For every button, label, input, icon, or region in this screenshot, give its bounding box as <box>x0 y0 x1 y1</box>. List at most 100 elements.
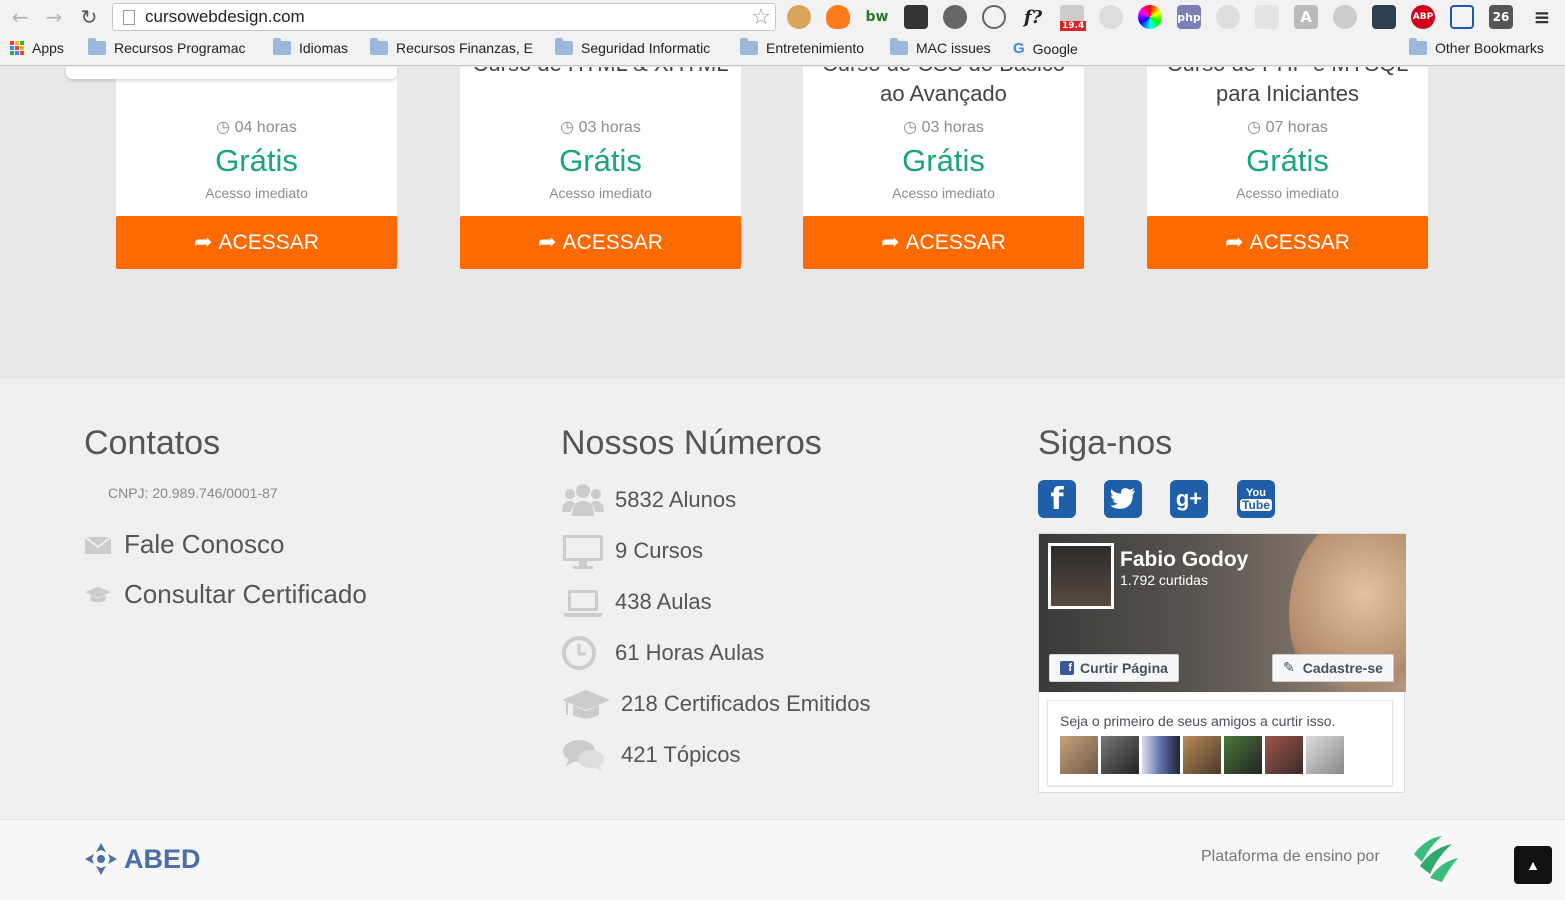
back-button[interactable]: ← <box>8 5 32 29</box>
fire-extension-icon[interactable] <box>826 5 850 29</box>
bookmark-label: Other Bookmarks <box>1435 40 1544 56</box>
facebook-signup-button[interactable]: ✎ Cadastre-se <box>1272 654 1394 682</box>
speed-extension-icon[interactable]: 19.4 <box>1060 5 1087 31</box>
folder-icon <box>370 38 388 55</box>
youtube-icon[interactable]: You Tube <box>1237 480 1275 518</box>
address-bar[interactable]: cursowebdesign.com ☆ <box>112 3 776 31</box>
bookmark-folder-2[interactable]: Idiomas <box>273 38 349 56</box>
bw-extension-icon[interactable]: bw <box>865 5 889 29</box>
facebook-like-button[interactable]: f Curtir Página <box>1049 654 1179 682</box>
reload-button[interactable]: ↻ <box>77 5 101 29</box>
course-title-line2: para Iniciantes <box>1215 81 1360 106</box>
adblock-extension-icon[interactable]: ABP <box>1411 5 1435 29</box>
youtube-label-bottom: Tube <box>1240 498 1272 512</box>
acessar-label: ACESSAR <box>905 230 1006 254</box>
course-hours: ◷ 03 horas <box>560 119 641 136</box>
bookmark-apps[interactable]: Apps <box>10 40 64 56</box>
stat-alunos: 5832 Alunos <box>561 480 736 520</box>
acessar-button[interactable]: ➦ ACESSAR <box>460 216 741 269</box>
acessar-button[interactable]: ➦ ACESSAR <box>116 216 397 269</box>
stat-certificados: 218 Certificados Emitidos <box>561 684 870 724</box>
u-extension-icon[interactable] <box>1372 5 1396 29</box>
folder-icon <box>273 38 291 55</box>
mail-extension-icon[interactable] <box>1255 5 1279 29</box>
social-title: Siga-nos <box>1038 424 1173 462</box>
share-arrow-icon: ➦ <box>1225 230 1244 255</box>
forward-button[interactable]: → <box>42 5 66 29</box>
course-hours-text: 03 horas <box>921 119 984 136</box>
speed-badge: 19.4 <box>1060 21 1087 31</box>
course-access: Acesso imediato <box>892 185 995 201</box>
color-picker-extension-icon[interactable] <box>1138 5 1162 29</box>
facebook-cover: Fabio Godoy 1.792 curtidas f Curtir Pági… <box>1039 534 1406 692</box>
bookmark-label: Idiomas <box>299 40 349 56</box>
google-icon: G <box>1013 40 1025 57</box>
screen-extension-icon[interactable] <box>1450 5 1474 29</box>
stat-label: 421 Tópicos <box>621 742 741 767</box>
desktop-icon <box>561 531 605 571</box>
course-card: ◷ 04 horas Grátis Acesso imediato <box>116 67 397 217</box>
friend-avatar[interactable] <box>1101 736 1139 774</box>
twitter-icon[interactable] <box>1104 480 1142 518</box>
users-icon <box>561 480 605 520</box>
scroll-top-button[interactable]: ▲ <box>1514 846 1552 884</box>
browser-toolbar: ← → ↻ cursowebdesign.com ☆ bw f? 19.4 ph… <box>0 0 1565 34</box>
friend-avatar[interactable] <box>1306 736 1344 774</box>
menu-icon[interactable]: ≡ <box>1530 5 1554 29</box>
cookie-extension-icon[interactable] <box>787 5 811 29</box>
a-extension-icon[interactable]: A <box>1294 5 1318 29</box>
laptop-icon <box>561 582 605 622</box>
fale-conosco-link[interactable]: Fale Conosco <box>84 529 284 560</box>
mask-extension-icon[interactable] <box>904 5 928 29</box>
courses-section: ◷ 04 horas Grátis Acesso imediato ➦ ACES… <box>0 67 1565 379</box>
contacts-title: Contatos <box>84 424 221 462</box>
history-extension-icon[interactable] <box>982 5 1006 29</box>
bookmark-google[interactable]: G Google <box>1013 40 1078 57</box>
graduation-cap-icon <box>561 684 611 724</box>
bookmark-other[interactable]: Other Bookmarks <box>1409 38 1544 56</box>
envelope-icon <box>84 535 112 554</box>
numbers-title: Nossos Números <box>561 424 822 462</box>
course-access: Acesso imediato <box>1236 185 1339 201</box>
facebook-friends-text: Seja o primeiro de seus amigos a curtir … <box>1060 713 1336 729</box>
acessar-button[interactable]: ➦ ACESSAR <box>803 216 1084 269</box>
calendar-extension-icon[interactable]: 26 <box>1489 5 1513 29</box>
facebook-page-name[interactable]: Fabio Godoy <box>1120 548 1248 572</box>
bookmark-folder-6[interactable]: MAC issues <box>890 38 991 56</box>
evernote-extension-icon[interactable] <box>943 5 967 29</box>
abed-mark-icon <box>85 843 117 875</box>
abed-logo[interactable]: ABED <box>84 842 201 876</box>
course-price: Grátis <box>1246 143 1329 178</box>
platform-logo-icon[interactable] <box>1408 832 1460 884</box>
acessar-button[interactable]: ➦ ACESSAR <box>1147 216 1428 269</box>
platform-text: Plataforma de ensino por <box>1201 848 1380 865</box>
bookmark-label: Recursos Programac <box>114 40 246 56</box>
friend-avatar[interactable] <box>1142 736 1180 774</box>
bookmark-label: MAC issues <box>916 40 991 56</box>
font-extension-icon[interactable]: f? <box>1021 5 1045 29</box>
course-title-line2: ao Avançado <box>880 81 1007 106</box>
acessar-label: ACESSAR <box>218 230 319 254</box>
google-plus-icon[interactable]: g+ <box>1170 480 1208 518</box>
facebook-icon[interactable]: f <box>1038 480 1076 518</box>
o-extension-icon[interactable] <box>1333 5 1357 29</box>
facebook-avatar[interactable] <box>1048 543 1114 609</box>
friend-avatar[interactable] <box>1224 736 1262 774</box>
friend-avatar[interactable] <box>1183 736 1221 774</box>
bookmark-star-icon[interactable]: ☆ <box>751 5 771 30</box>
bookmark-folder-3[interactable]: Recursos Finanzas, E <box>370 38 533 56</box>
bookmark-folder-4[interactable]: Seguridad Informatic <box>555 38 710 56</box>
consultar-certificado-link[interactable]: Consultar Certificado <box>84 579 367 610</box>
bookmark-folder-1[interactable]: Recursos Programac <box>88 38 246 56</box>
stat-horas: 61 Horas Aulas <box>561 633 764 673</box>
friend-avatar[interactable] <box>1060 736 1098 774</box>
info-extension-icon[interactable] <box>1216 5 1240 29</box>
circle-extension-icon[interactable] <box>1099 5 1123 29</box>
bookmark-folder-5[interactable]: Entretenimiento <box>740 38 864 56</box>
php-extension-icon[interactable]: php <box>1177 5 1201 29</box>
signup-label: Cadastre-se <box>1302 660 1383 676</box>
stat-label: 61 Horas Aulas <box>615 640 765 665</box>
url-text[interactable]: cursowebdesign.com <box>145 7 305 27</box>
friend-avatar[interactable] <box>1265 736 1303 774</box>
course-hours-text: 04 horas <box>234 119 297 136</box>
